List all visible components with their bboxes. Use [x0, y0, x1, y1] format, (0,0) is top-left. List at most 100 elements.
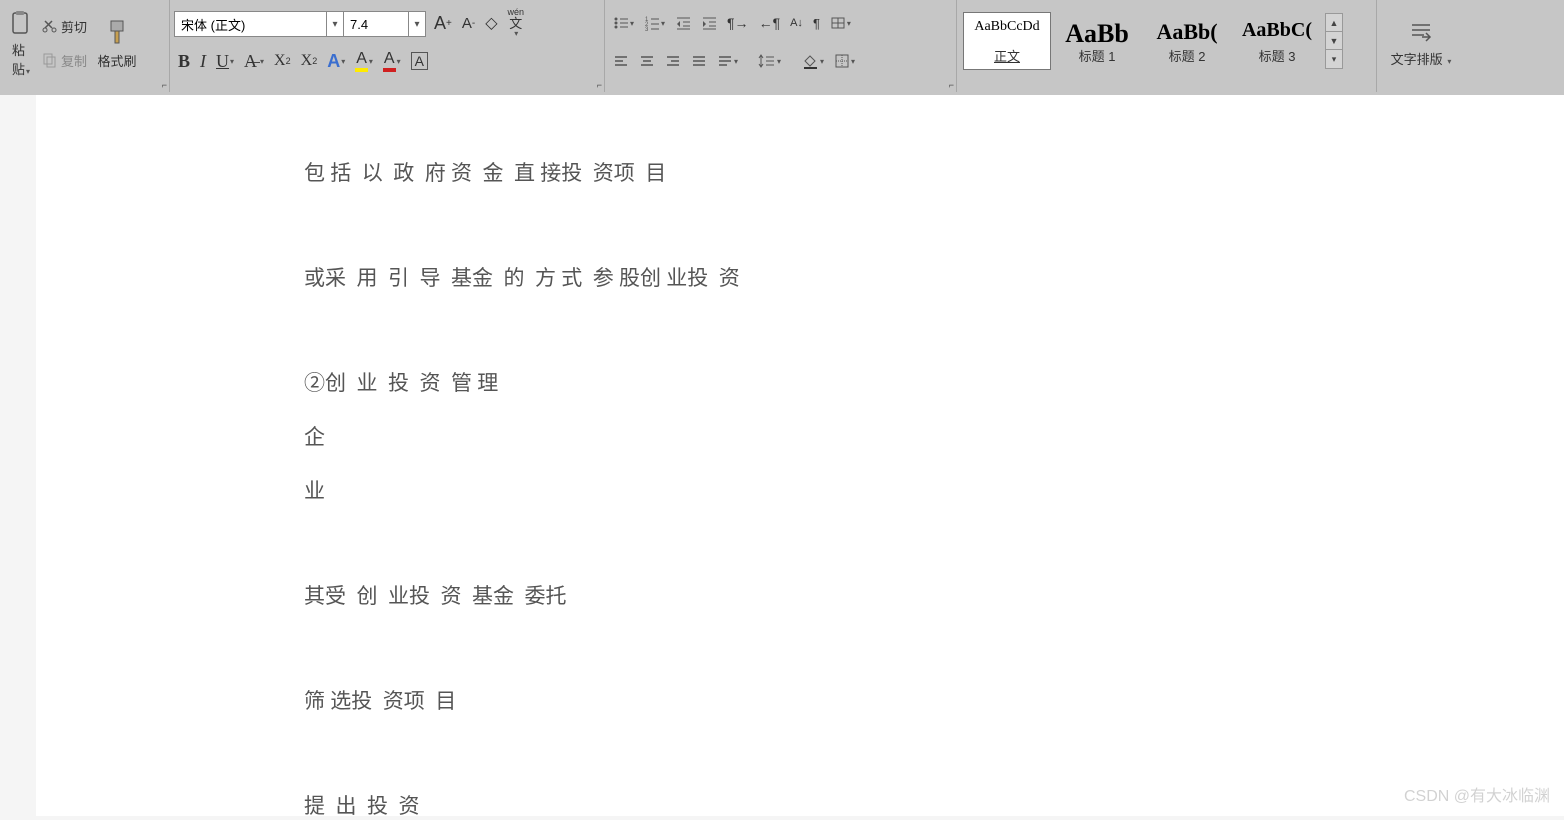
font-color-button[interactable]: A▾ — [379, 45, 405, 77]
chevron-down-icon[interactable]: ▾ — [327, 19, 343, 30]
doc-line: 业 — [304, 475, 1564, 505]
doc-line: ②创 业 投 资 管 理 — [304, 367, 1564, 397]
style-preview: AaBb( — [1146, 19, 1228, 45]
grow-font-button[interactable]: A+ — [430, 7, 456, 39]
styles-expand-button[interactable]: ▾ — [1326, 50, 1342, 68]
copy-icon — [42, 52, 58, 68]
style-标题3[interactable]: AaBbC(标题 3 — [1233, 12, 1321, 70]
increase-indent-button[interactable] — [697, 7, 721, 39]
borders-button[interactable]: ▾ — [830, 45, 859, 77]
document-content: 包 括 以 政 府 资 金 直 接投 资项 目或采 用 引 导 基金 的 方 式… — [304, 157, 1564, 820]
group-expand-icon[interactable]: ⌐ — [949, 80, 954, 90]
paste-icon — [10, 10, 32, 36]
subscript-button[interactable]: X2 — [297, 45, 322, 77]
highlight-button[interactable]: A▾ — [351, 45, 377, 77]
ribbon: 粘贴▾ 剪切 复制 格式刷 ⌐ — [0, 0, 1564, 95]
text-direction-ltr-button[interactable]: ¶→ — [723, 7, 753, 39]
copy-button[interactable]: 复制 — [38, 44, 91, 76]
typeset-label: 文字排版 — [1391, 52, 1443, 67]
bullets-button[interactable]: ▾ — [609, 7, 638, 39]
grow-a-icon: A — [434, 13, 446, 34]
doc-line: 企 — [304, 421, 1564, 451]
bold-button[interactable]: B — [174, 45, 194, 77]
styles-group: AaBbCcDd正文AaBb标题 1AaBb(标题 2AaBbC(标题 3 ▲ … — [957, 0, 1377, 92]
underline-icon: U — [216, 51, 229, 72]
sup-2: 2 — [286, 56, 291, 66]
doc-line: 包 括 以 政 府 资 金 直 接投 资项 目 — [304, 157, 1564, 187]
watermark: CSDN @有大冰临渊 — [1404, 782, 1550, 806]
italic-icon: I — [200, 51, 206, 72]
strikethrough-button[interactable]: A—▾ — [240, 45, 268, 77]
bold-icon: B — [178, 51, 190, 72]
tabs-button[interactable]: ▾ — [826, 7, 855, 39]
italic-button[interactable]: I — [196, 45, 210, 77]
doc-line: 或采 用 引 导 基金 的 方 式 参 股创 业投 资 — [304, 262, 1564, 292]
sort-button[interactable]: A↓ — [786, 7, 807, 39]
scroll-down-button[interactable]: ▼ — [1326, 32, 1342, 50]
style-标题1[interactable]: AaBb标题 1 — [1053, 12, 1141, 70]
document-canvas[interactable]: 包 括 以 政 府 资 金 直 接投 资项 目或采 用 引 导 基金 的 方 式… — [36, 95, 1564, 816]
align-left-icon — [613, 53, 629, 69]
align-center-button[interactable] — [635, 45, 659, 77]
numbering-icon: 123 — [644, 15, 660, 31]
style-label: 标题 2 — [1169, 46, 1206, 65]
style-preview: AaBbC( — [1236, 19, 1318, 42]
style-label: 正文 — [994, 46, 1020, 65]
ribbon-row: 粘贴▾ 剪切 复制 格式刷 ⌐ — [0, 0, 1564, 92]
scissors-icon — [42, 18, 58, 34]
cut-label: 剪切 — [61, 17, 87, 36]
sub-x-icon: X — [301, 52, 313, 70]
align-right-icon — [665, 53, 681, 69]
sub-2: 2 — [312, 56, 317, 66]
numbering-button[interactable]: 123▾ — [640, 7, 669, 39]
style-label: 标题 1 — [1079, 46, 1116, 65]
clipboard-group: 粘贴▾ 剪切 复制 格式刷 ⌐ — [0, 0, 170, 92]
style-scroll-nav: ▲ ▼ ▾ — [1325, 13, 1343, 69]
justify-button[interactable] — [687, 45, 711, 77]
clear-format-button[interactable]: ◇ — [481, 7, 501, 39]
shrink-a-icon: A — [462, 15, 472, 32]
cut-button[interactable]: 剪切 — [38, 10, 91, 42]
distribute-button[interactable]: ▾ — [713, 45, 742, 77]
svg-text:3: 3 — [645, 27, 649, 31]
bullets-icon — [613, 15, 629, 31]
font-name-combo[interactable]: 宋体 (正文) ▾ 7.4 ▾ — [174, 11, 426, 37]
show-marks-button[interactable]: ¶ — [809, 7, 824, 39]
typeset-group: 文字排版 ▾ — [1377, 0, 1467, 92]
align-left-button[interactable] — [609, 45, 633, 77]
scroll-up-button[interactable]: ▲ — [1326, 14, 1342, 32]
char-border-button[interactable]: A — [407, 45, 432, 77]
phonetic-guide-button[interactable]: wén文▾ — [504, 7, 529, 39]
style-preview: AaBb — [1056, 19, 1138, 46]
line-spacing-button[interactable]: ▾ — [754, 45, 785, 77]
chevron-down-icon[interactable]: ▾ — [409, 19, 425, 30]
text-typeset-button[interactable]: 文字排版 ▾ — [1381, 4, 1461, 82]
style-标题2[interactable]: AaBb(标题 2 — [1143, 12, 1231, 70]
typeset-icon — [1408, 19, 1434, 45]
doc-line: 筛 选投 资项 目 — [304, 685, 1564, 715]
font-size-value[interactable]: 7.4 — [343, 12, 409, 36]
align-center-icon — [639, 53, 655, 69]
justify-icon — [691, 53, 707, 69]
copy-label: 复制 — [61, 51, 87, 70]
text-effects-button[interactable]: A▾ — [323, 45, 349, 77]
style-正文[interactable]: AaBbCcDd正文 — [963, 12, 1051, 70]
styles-row: AaBbCcDd正文AaBb标题 1AaBb(标题 2AaBbC(标题 3 ▲ … — [963, 12, 1370, 70]
shading-button[interactable]: ▾ — [797, 45, 828, 77]
paste-label-2: 贴 — [12, 62, 25, 77]
decrease-indent-button[interactable] — [671, 7, 695, 39]
group-expand-icon[interactable]: ⌐ — [597, 80, 602, 90]
paint-bucket-icon — [801, 53, 819, 69]
font-name-value: 宋体 (正文) — [175, 12, 327, 36]
superscript-button[interactable]: X2 — [270, 45, 295, 77]
text-direction-rtl-button[interactable]: ←¶ — [755, 7, 785, 39]
group-expand-icon[interactable]: ⌐ — [162, 80, 167, 90]
align-right-button[interactable] — [661, 45, 685, 77]
paste-button[interactable]: 粘贴▾ — [4, 4, 38, 84]
underline-button[interactable]: U▾ — [212, 45, 238, 77]
paste-label-1: 粘 — [12, 43, 25, 58]
format-painter-button[interactable]: 格式刷 — [91, 4, 143, 84]
font-group: 宋体 (正文) ▾ 7.4 ▾ A+ A- ◇ wén文▾ B I U▾ A—▾… — [170, 0, 605, 92]
dec-indent-icon — [675, 15, 691, 31]
shrink-font-button[interactable]: A- — [458, 7, 479, 39]
